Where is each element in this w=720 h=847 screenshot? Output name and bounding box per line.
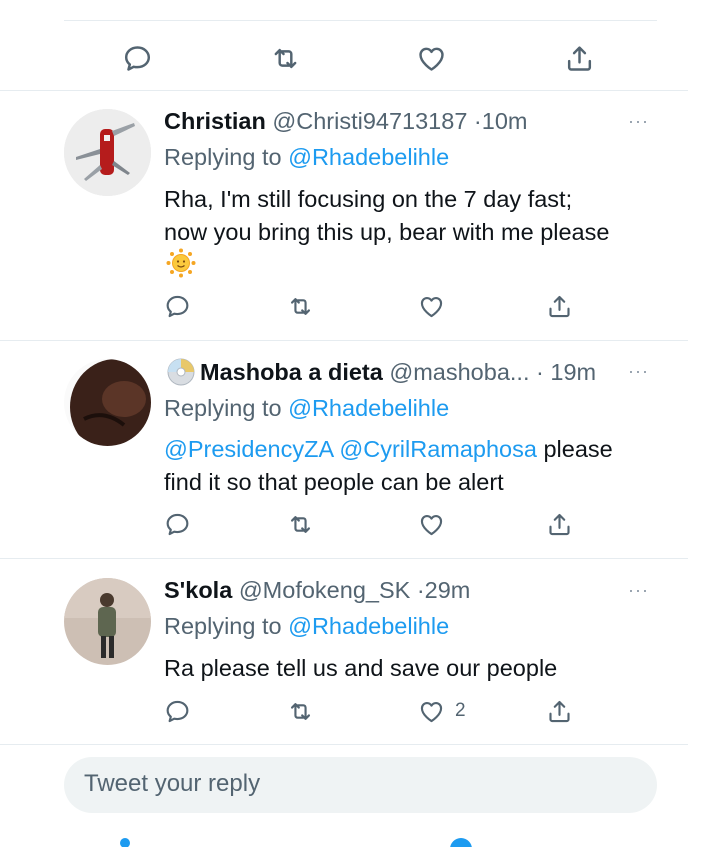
reply-button[interactable] — [164, 286, 191, 326]
separator: · — [536, 359, 544, 385]
person-avatar-image — [64, 578, 151, 665]
tweet-actions — [0, 504, 720, 544]
like-icon — [418, 511, 445, 538]
share-icon — [546, 511, 573, 538]
retweet-icon — [287, 698, 314, 725]
face-avatar-image — [64, 359, 151, 446]
divider — [0, 558, 688, 559]
avatar[interactable] — [64, 109, 151, 196]
share-button[interactable] — [564, 38, 595, 78]
reply-placeholder: Tweet your reply — [84, 770, 261, 797]
tweet-text-line: find it so that people can be alert — [164, 469, 504, 495]
share-button[interactable] — [546, 286, 573, 326]
replying-to-link[interactable]: @Rhadebelihle — [288, 144, 449, 170]
comment-icon — [164, 293, 191, 320]
comment-icon — [164, 511, 191, 538]
retweet-button[interactable] — [287, 504, 314, 544]
comment-icon — [122, 43, 153, 74]
bottom-nav-indicator-icon — [120, 838, 130, 847]
more-options-icon[interactable]: ··· — [628, 580, 649, 601]
like-button[interactable] — [418, 286, 445, 326]
mention-link[interactable]: @PresidencyZA — [164, 436, 333, 462]
retweet-button[interactable] — [287, 691, 314, 731]
like-icon — [416, 43, 447, 74]
tweet-actions — [0, 38, 720, 78]
tweet-reply-input[interactable]: Tweet your reply — [64, 757, 657, 813]
cd-disc-icon — [167, 358, 195, 386]
divider — [0, 744, 688, 745]
divider — [64, 20, 657, 21]
tweet-actions: 2 — [0, 691, 720, 731]
retweet-button[interactable] — [270, 38, 301, 78]
avatar[interactable] — [64, 578, 151, 665]
more-options-icon[interactable]: ··· — [628, 111, 649, 132]
separator: · — [473, 108, 482, 134]
timestamp[interactable]: 19m — [550, 359, 596, 385]
bottom-nav-active-icon[interactable] — [450, 838, 472, 847]
like-button[interactable] — [416, 38, 447, 78]
share-icon — [546, 293, 573, 320]
retweet-icon — [270, 43, 301, 74]
like-icon — [418, 293, 445, 320]
divider — [0, 340, 688, 341]
retweet-icon — [287, 293, 314, 320]
share-icon — [546, 698, 573, 725]
reply-button[interactable] — [122, 38, 153, 78]
like-button[interactable] — [418, 504, 445, 544]
replying-to-label: Replying to — [164, 395, 282, 421]
like-count: 2 — [455, 700, 466, 721]
like-button[interactable]: 2 — [418, 691, 466, 731]
reply-button[interactable] — [164, 691, 191, 731]
user-handle[interactable]: @mashoba... — [389, 359, 529, 385]
tweet-text-line: now you bring this up, bear with me plea… — [164, 219, 610, 245]
display-name[interactable]: S'kola — [164, 577, 232, 603]
sun-emoji-icon — [166, 248, 196, 278]
replying-to-link[interactable]: @Rhadebelihle — [288, 395, 449, 421]
tweet-actions — [0, 286, 720, 326]
tweet-text-line: Ra please tell us and save our people — [164, 655, 558, 681]
pocket-knife-avatar-image — [64, 109, 151, 196]
tweet-text-line: Rha, I'm still focusing on the 7 day fas… — [164, 186, 573, 212]
reply-button[interactable] — [164, 504, 191, 544]
user-handle[interactable]: @Mofokeng_SK — [239, 577, 410, 603]
timestamp[interactable]: 10m — [482, 108, 528, 134]
avatar[interactable] — [64, 359, 151, 446]
display-name[interactable]: Christian — [164, 108, 266, 134]
divider — [0, 90, 688, 91]
mention-link[interactable]: @CyrilRamaphosa — [339, 436, 537, 462]
share-button[interactable] — [546, 504, 573, 544]
more-options-icon[interactable]: ··· — [628, 361, 649, 382]
separator: · — [416, 577, 425, 603]
share-button[interactable] — [546, 691, 573, 731]
share-icon — [564, 43, 595, 74]
user-handle[interactable]: @Christi94713187 — [272, 108, 467, 134]
replying-to-label: Replying to — [164, 613, 282, 639]
replying-to-link[interactable]: @Rhadebelihle — [288, 613, 449, 639]
timestamp[interactable]: 29m — [425, 577, 471, 603]
display-name[interactable]: Mashoba a dieta — [200, 359, 383, 385]
comment-icon — [164, 698, 191, 725]
retweet-button[interactable] — [287, 286, 314, 326]
replying-to-label: Replying to — [164, 144, 282, 170]
tweet-text: please — [536, 436, 613, 462]
like-icon — [418, 698, 445, 725]
retweet-icon — [287, 511, 314, 538]
